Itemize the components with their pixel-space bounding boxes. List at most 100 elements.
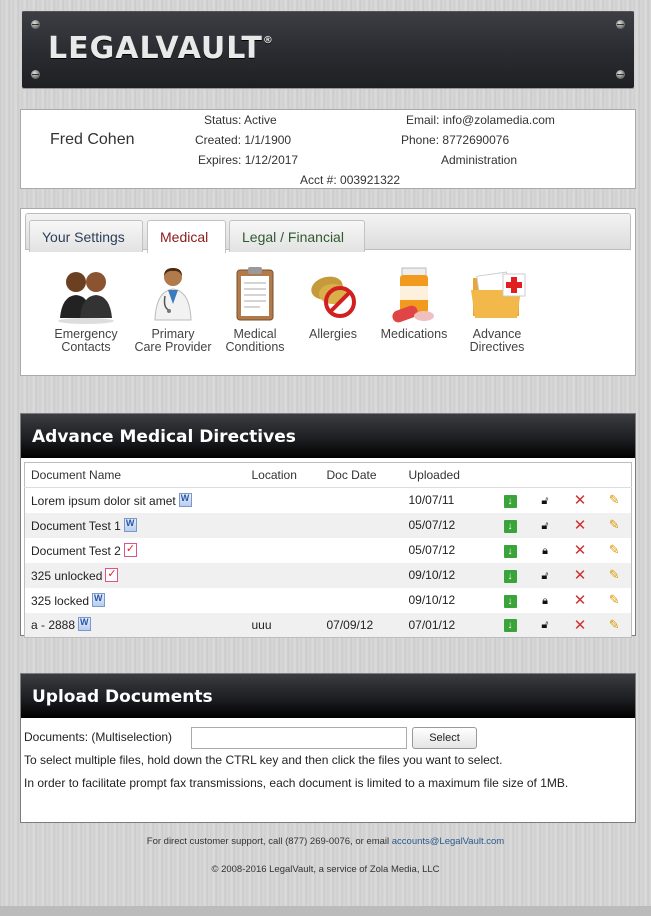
document-name[interactable]: Lorem ipsum dolor sit amet: [31, 494, 176, 508]
documents-input[interactable]: [191, 727, 407, 749]
tab-legal-financial[interactable]: Legal / Financial: [229, 220, 365, 252]
unlock-icon[interactable]: 🔓︎: [541, 520, 548, 532]
bottom-bar: [0, 906, 651, 916]
tab-medical[interactable]: Medical: [147, 220, 226, 253]
primary-care-provider-item[interactable]: Primary Care Provider: [130, 264, 216, 354]
delete-icon[interactable]: ✕: [574, 542, 587, 559]
phone-row: Phone: 8772690076: [401, 133, 510, 147]
edit-pencil-icon[interactable]: ✎: [609, 617, 620, 632]
upload-help-2: In order to facilitate prompt fax transm…: [24, 776, 569, 790]
upload-title: Upload Documents: [21, 674, 635, 718]
document-name[interactable]: 325 locked: [31, 594, 89, 608]
delete-icon[interactable]: ✕: [574, 617, 587, 634]
column-header[interactable]: Uploaded: [408, 462, 493, 488]
word-file-icon[interactable]: [92, 592, 106, 607]
directives-panel: Advance Medical Directives Document Name…: [20, 413, 636, 638]
icon-caption-line2: Directives: [469, 340, 525, 354]
icon-caption-line1: Allergies: [309, 327, 357, 341]
download-icon[interactable]: ↓: [503, 519, 517, 533]
table-row: Document Test 2 05/07/12 ↓ 🔒︎ ✕ ✎: [25, 538, 632, 563]
table-row: a - 2888 uuu07/09/1207/01/12 ↓ 🔓︎ ✕ ✎: [24, 612, 632, 638]
document-uploaded: 10/07/11: [408, 493, 455, 508]
document-doc-date: [327, 538, 409, 563]
directives-title: Advance Medical Directives: [21, 414, 635, 458]
download-icon[interactable]: ↓: [503, 569, 517, 583]
delete-icon[interactable]: ✕: [574, 517, 587, 534]
pills-icon: [384, 264, 444, 326]
pdf-file-icon[interactable]: [105, 567, 119, 582]
word-file-icon[interactable]: [78, 617, 92, 632]
tab-your-settings[interactable]: Your Settings: [29, 220, 143, 252]
lock-icon[interactable]: 🔒︎: [542, 595, 548, 607]
edit-pencil-icon[interactable]: ✎: [609, 567, 620, 582]
column-header[interactable]: Document Name: [24, 462, 252, 488]
upload-row: Documents: (Multiselection) Select: [24, 726, 632, 749]
document-name[interactable]: a - 2888: [31, 618, 75, 632]
advance-directives-item[interactable]: Advance Directives: [454, 264, 540, 354]
account-number: Acct #: 003921322: [300, 173, 401, 187]
edit-pencil-icon[interactable]: ✎: [609, 517, 620, 532]
document-uploaded: 09/10/12: [408, 562, 493, 588]
screw-icon: [31, 20, 40, 29]
delete-icon[interactable]: ✕: [574, 592, 587, 609]
medical-conditions-item[interactable]: Medical Conditions: [212, 264, 298, 354]
status-value: Active: [244, 113, 277, 127]
allergies-item[interactable]: Allergies: [290, 264, 376, 341]
email-row: Email: info@zolamedia.com: [406, 113, 555, 127]
unlock-icon[interactable]: 🔓︎: [541, 570, 548, 582]
document-name[interactable]: 325 unlocked: [31, 569, 102, 583]
upload-panel: Upload Documents Documents: (Multiselect…: [20, 673, 636, 823]
icon-caption-line1: Medications: [380, 327, 448, 341]
medications-item[interactable]: Medications: [371, 264, 457, 341]
edit-pencil-icon[interactable]: ✎: [609, 542, 620, 557]
download-icon[interactable]: ↓: [503, 594, 517, 608]
support-footer: For direct customer support, call (877) …: [146, 836, 505, 847]
document-doc-date: [326, 512, 409, 538]
document-location: uuu: [251, 612, 327, 638]
document-doc-date: 07/09/12: [326, 612, 409, 638]
clipboard-icon: [225, 264, 285, 326]
user-name: Fred Cohen: [50, 131, 135, 148]
tab-bar: Your Settings Medical Legal / Financial: [25, 213, 631, 253]
administration-link[interactable]: Administration: [441, 153, 517, 167]
unlock-icon[interactable]: 🔓︎: [541, 495, 548, 507]
download-icon[interactable]: ↓: [503, 619, 517, 633]
edit-pencil-icon[interactable]: ✎: [609, 592, 620, 607]
word-file-icon[interactable]: [123, 517, 137, 532]
document-uploaded: 05/07/12: [408, 543, 456, 557]
lock-icon[interactable]: 🔒︎: [542, 545, 548, 557]
table-row: 325 unlocked 09/10/12 ↓ 🔓︎ ✕ ✎: [24, 562, 632, 588]
download-icon[interactable]: ↓: [503, 544, 517, 558]
table-row: 325 locked 09/10/12 ↓ 🔒︎ ✕ ✎: [25, 588, 632, 613]
expires-row: Expires: 1/12/2017: [198, 153, 299, 167]
document-location: [251, 512, 327, 538]
pdf-file-icon[interactable]: [123, 542, 137, 557]
edit-pencil-icon[interactable]: ✎: [609, 492, 620, 507]
column-header[interactable]: Location: [251, 462, 327, 488]
people-icon: [56, 264, 116, 326]
support-email-link[interactable]: accounts@LegalVault.com: [392, 836, 504, 847]
select-button[interactable]: Select: [412, 727, 477, 749]
logo[interactable]: LEGALVAULT®: [48, 31, 274, 66]
download-icon[interactable]: ↓: [503, 494, 517, 508]
category-tabs-panel: Your Settings Medical Legal / Financial …: [20, 208, 636, 376]
unlock-icon[interactable]: 🔓︎: [541, 619, 548, 631]
allergy-icon: [303, 264, 363, 326]
screw-icon: [616, 20, 625, 29]
medical-icons: EmergencyContacts PrimaryCare Provider: [21, 264, 637, 374]
folder-medical-icon: [467, 264, 527, 326]
screw-icon: [616, 70, 625, 79]
word-file-icon[interactable]: [178, 492, 192, 507]
column-header[interactable]: Doc Date: [326, 462, 409, 488]
document-name[interactable]: Document Test 2: [31, 544, 121, 558]
table-row: Lorem ipsum dolor sit amet 10/07/11 ↓ 🔓︎ ✕ ✎: [25, 488, 632, 513]
upload-help-1: To select multiple files, hold down the …: [24, 753, 503, 767]
document-doc-date: [327, 488, 409, 513]
document-uploaded: 07/01/12: [408, 612, 493, 638]
document-name[interactable]: Document Test 1: [31, 519, 121, 533]
document-doc-date: [326, 562, 409, 588]
delete-icon[interactable]: ✕: [574, 492, 587, 509]
emergency-contacts-item[interactable]: Emergency Contacts: [43, 264, 129, 354]
icon-caption-line2: Contacts: [61, 340, 111, 354]
delete-icon[interactable]: ✕: [574, 567, 587, 584]
